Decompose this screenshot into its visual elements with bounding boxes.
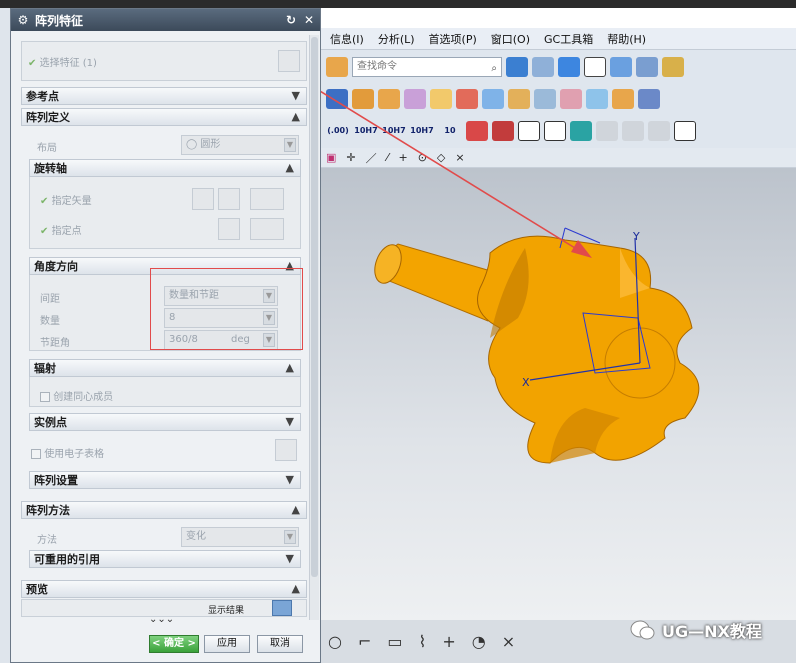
pitch-angle-label: 节距角	[40, 338, 70, 349]
expand-more-icon[interactable]: ⌄⌄⌄	[149, 614, 174, 625]
section-rotation-axis[interactable]: 旋转轴 ▲	[29, 159, 301, 177]
chevron-down-icon: ▼	[285, 415, 294, 428]
close-icon[interactable]: ✕	[301, 12, 317, 28]
show-result-button[interactable]	[272, 600, 292, 616]
layout-label: 布局	[37, 143, 57, 154]
show-result-label: 显示结果	[208, 606, 245, 616]
count-label: 数量	[40, 316, 60, 327]
radiate-group: 辐射 ▲ 创建同心成员	[29, 359, 301, 407]
select-feature-group: ✔ 选择特征 (1)	[21, 41, 307, 81]
apply-button[interactable]: 应用	[204, 635, 250, 653]
concentric-checkbox[interactable]	[40, 392, 50, 402]
method-label: 方法	[37, 535, 57, 546]
chevron-up-icon: ▲	[285, 361, 294, 374]
point-type-select[interactable]	[250, 218, 284, 240]
specify-vector-label: 指定矢量	[51, 196, 92, 207]
vector-dialog-icon[interactable]	[192, 188, 214, 210]
chevron-down-icon: ▼	[291, 89, 300, 102]
chevron-down-icon: ▼	[285, 552, 294, 565]
dialog-title-bar: ⚙ 阵列特征 ↻ ✕	[11, 9, 320, 31]
chevron-up-icon: ▲	[285, 161, 294, 174]
vector-type-select[interactable]	[250, 188, 284, 210]
scrollbar-thumb[interactable]	[311, 37, 318, 577]
spreadsheet-icon[interactable]	[275, 439, 297, 461]
layout-select[interactable]: ◯ 圆形 ▼	[181, 135, 299, 155]
check-icon: ✔	[40, 226, 49, 237]
circle-layout-icon: ◯	[186, 139, 201, 150]
method-select[interactable]: 变化 ▼	[181, 527, 299, 547]
section-pattern-settings[interactable]: 阵列设置 ▼	[29, 471, 301, 489]
section-radiate[interactable]: 辐射 ▲	[29, 359, 301, 377]
check-icon: ✔	[28, 58, 37, 69]
dropdown-arrow-icon: ▼	[284, 530, 296, 544]
specify-point-label: 指定点	[51, 226, 82, 237]
dialog-gear-icon[interactable]: ⚙	[15, 12, 31, 28]
spreadsheet-checkbox[interactable]	[31, 449, 41, 459]
check-icon: ✔	[40, 196, 49, 207]
select-feature-label: 选择特征 (1)	[39, 58, 97, 69]
chevron-down-icon: ▼	[285, 473, 294, 486]
rotation-axis-group: 旋转轴 ▲ ✔ 指定矢量 ✔ 指定点	[29, 159, 301, 249]
reverse-direction-icon[interactable]	[218, 188, 240, 210]
point-dialog-icon[interactable]	[218, 218, 240, 240]
section-preview[interactable]: 预览 ▲	[21, 580, 307, 598]
dialog-scrollbar[interactable]	[309, 35, 319, 620]
spacing-label: 间距	[40, 294, 60, 305]
cancel-button[interactable]: 取消	[257, 635, 303, 653]
ok-button[interactable]: < 确定 >	[149, 635, 199, 653]
section-pattern-definition[interactable]: 阵列定义 ▲	[21, 108, 307, 126]
use-spreadsheet-label: 使用电子表格	[44, 449, 105, 460]
chevron-up-icon: ▲	[291, 582, 300, 595]
dialog-title: 阵列特征	[35, 13, 84, 28]
create-concentric-label: 创建同心成员	[53, 392, 114, 403]
section-pattern-method[interactable]: 阵列方法 ▲	[21, 501, 307, 519]
section-instance-point[interactable]: 实例点 ▼	[29, 413, 301, 431]
section-reference-point[interactable]: 参考点 ▼	[21, 87, 307, 105]
dropdown-arrow-icon: ▼	[284, 138, 296, 152]
chevron-up-icon: ▲	[291, 110, 300, 123]
callout-highlight-box	[150, 268, 303, 350]
chevron-up-icon: ▲	[291, 503, 300, 516]
select-feature-icon[interactable]	[278, 50, 300, 72]
section-reusable-references[interactable]: 可重用的引用 ▼	[29, 550, 301, 568]
reset-icon[interactable]: ↻	[283, 12, 299, 28]
